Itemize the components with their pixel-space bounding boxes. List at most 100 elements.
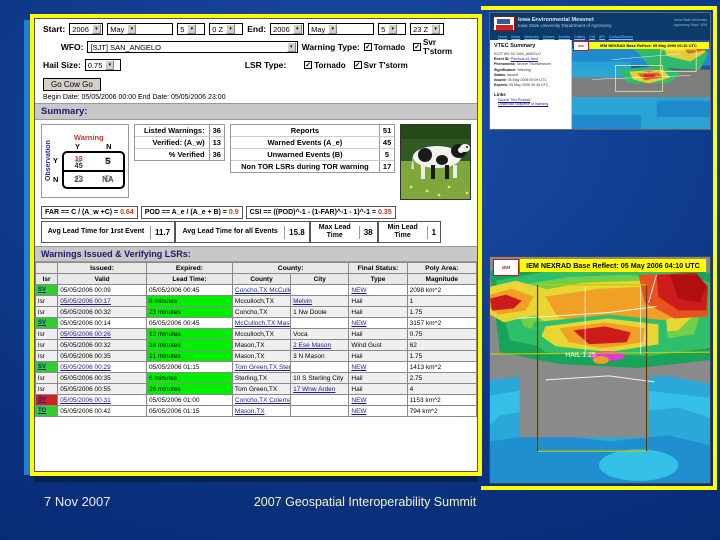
start-day-select[interactable]: 5 ▾ — [177, 23, 206, 35]
cell-lsr-tag[interactable]: TO — [35, 405, 59, 417]
nav-home[interactable]: Home — [498, 35, 507, 39]
vtec-radar-caption: IEM NEXRAD Base Reflect: 05 May 2006 00:… — [588, 42, 709, 49]
cell-magnitude: 2098 km^2 — [406, 284, 477, 296]
table-row[interactable]: SV 05/05/2006 00:14 05/05/2006 00:45 McCull… — [35, 317, 477, 329]
cell-type[interactable]: NEW — [348, 394, 408, 406]
warning-type-svr-checkbox[interactable]: ✓ Svr T'storm — [413, 38, 463, 56]
cell-magnitude: 3157 km^2 — [406, 317, 477, 329]
chevron-down-icon[interactable]: ▾ — [328, 24, 338, 34]
cell-county[interactable]: Concho,TX Coleman,TX McCulloch,TX Brown,… — [231, 394, 292, 406]
cell-county[interactable]: Tom Green,TX Sterling,TX — [231, 361, 292, 373]
nav-archive[interactable]: Archive — [558, 35, 570, 39]
table-row[interactable]: lsr 05/05/2006 00:32 18 minutes Mason,TX 2 E… — [35, 339, 477, 351]
iem-logo-icon — [493, 15, 515, 31]
cell-city[interactable]: Melvin — [290, 295, 350, 307]
chevron-down-icon[interactable]: ▾ — [431, 24, 441, 34]
cell-county[interactable]: Mason,TX — [231, 405, 292, 417]
nav-api[interactable]: API — [599, 35, 605, 39]
query-form: Start: 2006 ▾ May ▾ 5 ▾ 0 Z ▾ End: 2006 ▾ May… — [35, 19, 477, 103]
table-row[interactable]: lsr 05/05/2006 00:32 23 minutes Concho,TX 1 … — [35, 306, 477, 318]
cell-county[interactable]: McCulloch,TX Mason,TX San Saba,TX — [231, 317, 292, 329]
th-county-group: County: — [231, 262, 350, 274]
start-hour-select[interactable]: 0 Z ▾ — [209, 23, 244, 35]
nav-gis[interactable]: GIS — [589, 35, 595, 39]
cell-lsr-tag[interactable]: SV — [35, 284, 59, 296]
cell-valid[interactable]: 05/05/2006 00:17 — [57, 295, 147, 307]
summary-statistics: Observation Warning Y N Y N A 13 45 B 5 … — [35, 120, 477, 204]
cell-lead-time: 05/05/2006 01:15 — [145, 405, 233, 417]
table-row[interactable]: lsr 05/05/2006 00:17 8 minutes Mcculloch,TX… — [35, 295, 477, 307]
cell-lsr-tag: lsr — [35, 295, 59, 307]
iem-nav-bar[interactable]: Home News Networks Current Archive Galle… — [490, 33, 710, 40]
table-row[interactable]: lsr 05/05/2006 00:35 6 minutes Sterling,TX 1… — [35, 372, 477, 384]
cell-lsr-tag[interactable]: SV — [35, 317, 59, 329]
nexrad-base-reflectivity-screenshot: IEM IEM NEXRAD Base Reflect: 05 May 2006… — [489, 256, 711, 484]
lsr-type-svr-checkbox[interactable]: ✓ Svr T'storm — [353, 61, 408, 70]
end-hour-select[interactable]: 23 Z ▾ — [410, 23, 445, 35]
cell-valid: 05/05/2006 00:35 — [57, 372, 147, 384]
link-download-shapefile[interactable]: Download Shapefile of Warning — [498, 102, 568, 106]
cow-photo — [400, 124, 471, 200]
table-row[interactable]: SV 05/05/2006 00:31 05/05/2006 01:00 Concho… — [35, 394, 477, 406]
cell-county: Concho,TX — [231, 306, 292, 318]
vtec-links: Links Source Text Product Download Shape… — [494, 92, 568, 106]
table-row: % Verified 36 — [135, 149, 224, 160]
chevron-down-icon[interactable]: ▾ — [187, 24, 197, 34]
cell-county: Tom Green,TX — [231, 383, 292, 395]
nav-contact-search[interactable]: Contact/Search — [609, 35, 633, 39]
end-month-select[interactable]: May ▾ — [308, 23, 375, 35]
end-day-select[interactable]: 5 ▾ — [378, 23, 407, 35]
chevron-down-icon[interactable]: ▾ — [226, 24, 236, 34]
start-year-select[interactable]: 2006 ▾ — [69, 23, 104, 35]
cell-city — [290, 361, 350, 373]
th-type: Type — [348, 273, 408, 285]
cell-valid[interactable]: 05/05/2006 00:26 — [57, 328, 147, 340]
contingency-cell-correctneg: D NA — [102, 174, 114, 185]
wfo-label: WFO: — [60, 42, 84, 52]
chevron-down-icon[interactable]: ▾ — [91, 24, 101, 34]
chevron-down-icon[interactable]: ▾ — [388, 24, 398, 34]
start-month-select[interactable]: May ▾ — [107, 23, 174, 35]
nav-current[interactable]: Current — [543, 35, 555, 39]
cell-lsr-tag[interactable]: SV — [35, 394, 59, 406]
warning-axis-label: Warning — [73, 133, 104, 142]
wfo-select[interactable]: [SJT] SAN_ANGELO ▾ — [87, 41, 298, 53]
table-row[interactable]: TO 05/05/2006 00:42 05/05/2006 01:15 Mason,… — [35, 405, 477, 417]
cell-type[interactable]: NEW — [348, 361, 408, 373]
cell-type[interactable]: NEW — [348, 284, 408, 296]
chevron-down-icon[interactable]: ▾ — [292, 24, 302, 34]
cell-valid[interactable]: 05/05/2006 00:29 — [57, 361, 147, 373]
table-row[interactable]: lsr 05/05/2006 00:35 21 minutes Mason,TX 3 N… — [35, 350, 477, 362]
chevron-down-icon[interactable]: ▾ — [286, 42, 296, 52]
cell-lsr-tag[interactable]: SV — [35, 361, 59, 373]
cell-type[interactable]: NEW — [348, 317, 408, 329]
table-row[interactable]: SV 05/05/2006 00:29 05/05/2006 01:15 Tom Gr… — [35, 361, 477, 373]
cell-county[interactable]: Concho,TX McCulloch,TX — [231, 284, 292, 296]
hail-size-select[interactable]: 0.75 ▾ — [84, 59, 121, 71]
nav-news[interactable]: News — [511, 35, 520, 39]
nav-gallery[interactable]: Gallery — [574, 35, 585, 39]
cell-type[interactable]: NEW — [348, 405, 408, 417]
table-row[interactable]: lsr 05/05/2006 00:26 12 minutes Mcculloch,T… — [35, 328, 477, 340]
cell-city[interactable]: 2 Ese Mason — [290, 339, 350, 351]
nav-networks[interactable]: Networks — [524, 35, 539, 39]
table-row[interactable]: lsr 05/05/2006 00:55 26 minutes Tom Green,T… — [35, 383, 477, 395]
go-cow-go-button[interactable]: Go Cow Go — [43, 78, 101, 91]
chevron-down-icon[interactable]: ▾ — [127, 24, 137, 34]
cell-city[interactable]: 17 Wnw Arden — [290, 383, 350, 395]
lsr-type-tornado-checkbox[interactable]: ✓ Tornado — [304, 61, 346, 70]
checkbox-checked-icon: ✓ — [363, 43, 372, 51]
cell-county: Mason,TX — [231, 339, 292, 351]
chevron-down-icon[interactable]: ▾ — [105, 60, 115, 70]
th-city: City — [290, 273, 350, 285]
table-row[interactable]: SV 05/05/2006 00:09 05/05/2006 00:45 Concho… — [35, 284, 477, 296]
warning-type-tornado-checkbox[interactable]: ✓ Tornado — [363, 43, 405, 52]
cell-valid[interactable]: 05/05/2006 00:31 — [57, 394, 147, 406]
end-year-select[interactable]: 2006 ▾ — [270, 23, 305, 35]
cell-valid: 05/05/2006 00:35 — [57, 350, 147, 362]
cell-lead-time: 8 minutes — [145, 295, 233, 307]
cell-county: Mcculloch,TX — [231, 328, 292, 340]
iem-cow-browser-screenshot: Start: 2006 ▾ May ▾ 5 ▾ 0 Z ▾ End: 2006 ▾ May… — [34, 18, 478, 472]
cell-magnitude: 0.75 — [406, 328, 477, 340]
footer-date: 7 Nov 2007 — [44, 494, 111, 509]
